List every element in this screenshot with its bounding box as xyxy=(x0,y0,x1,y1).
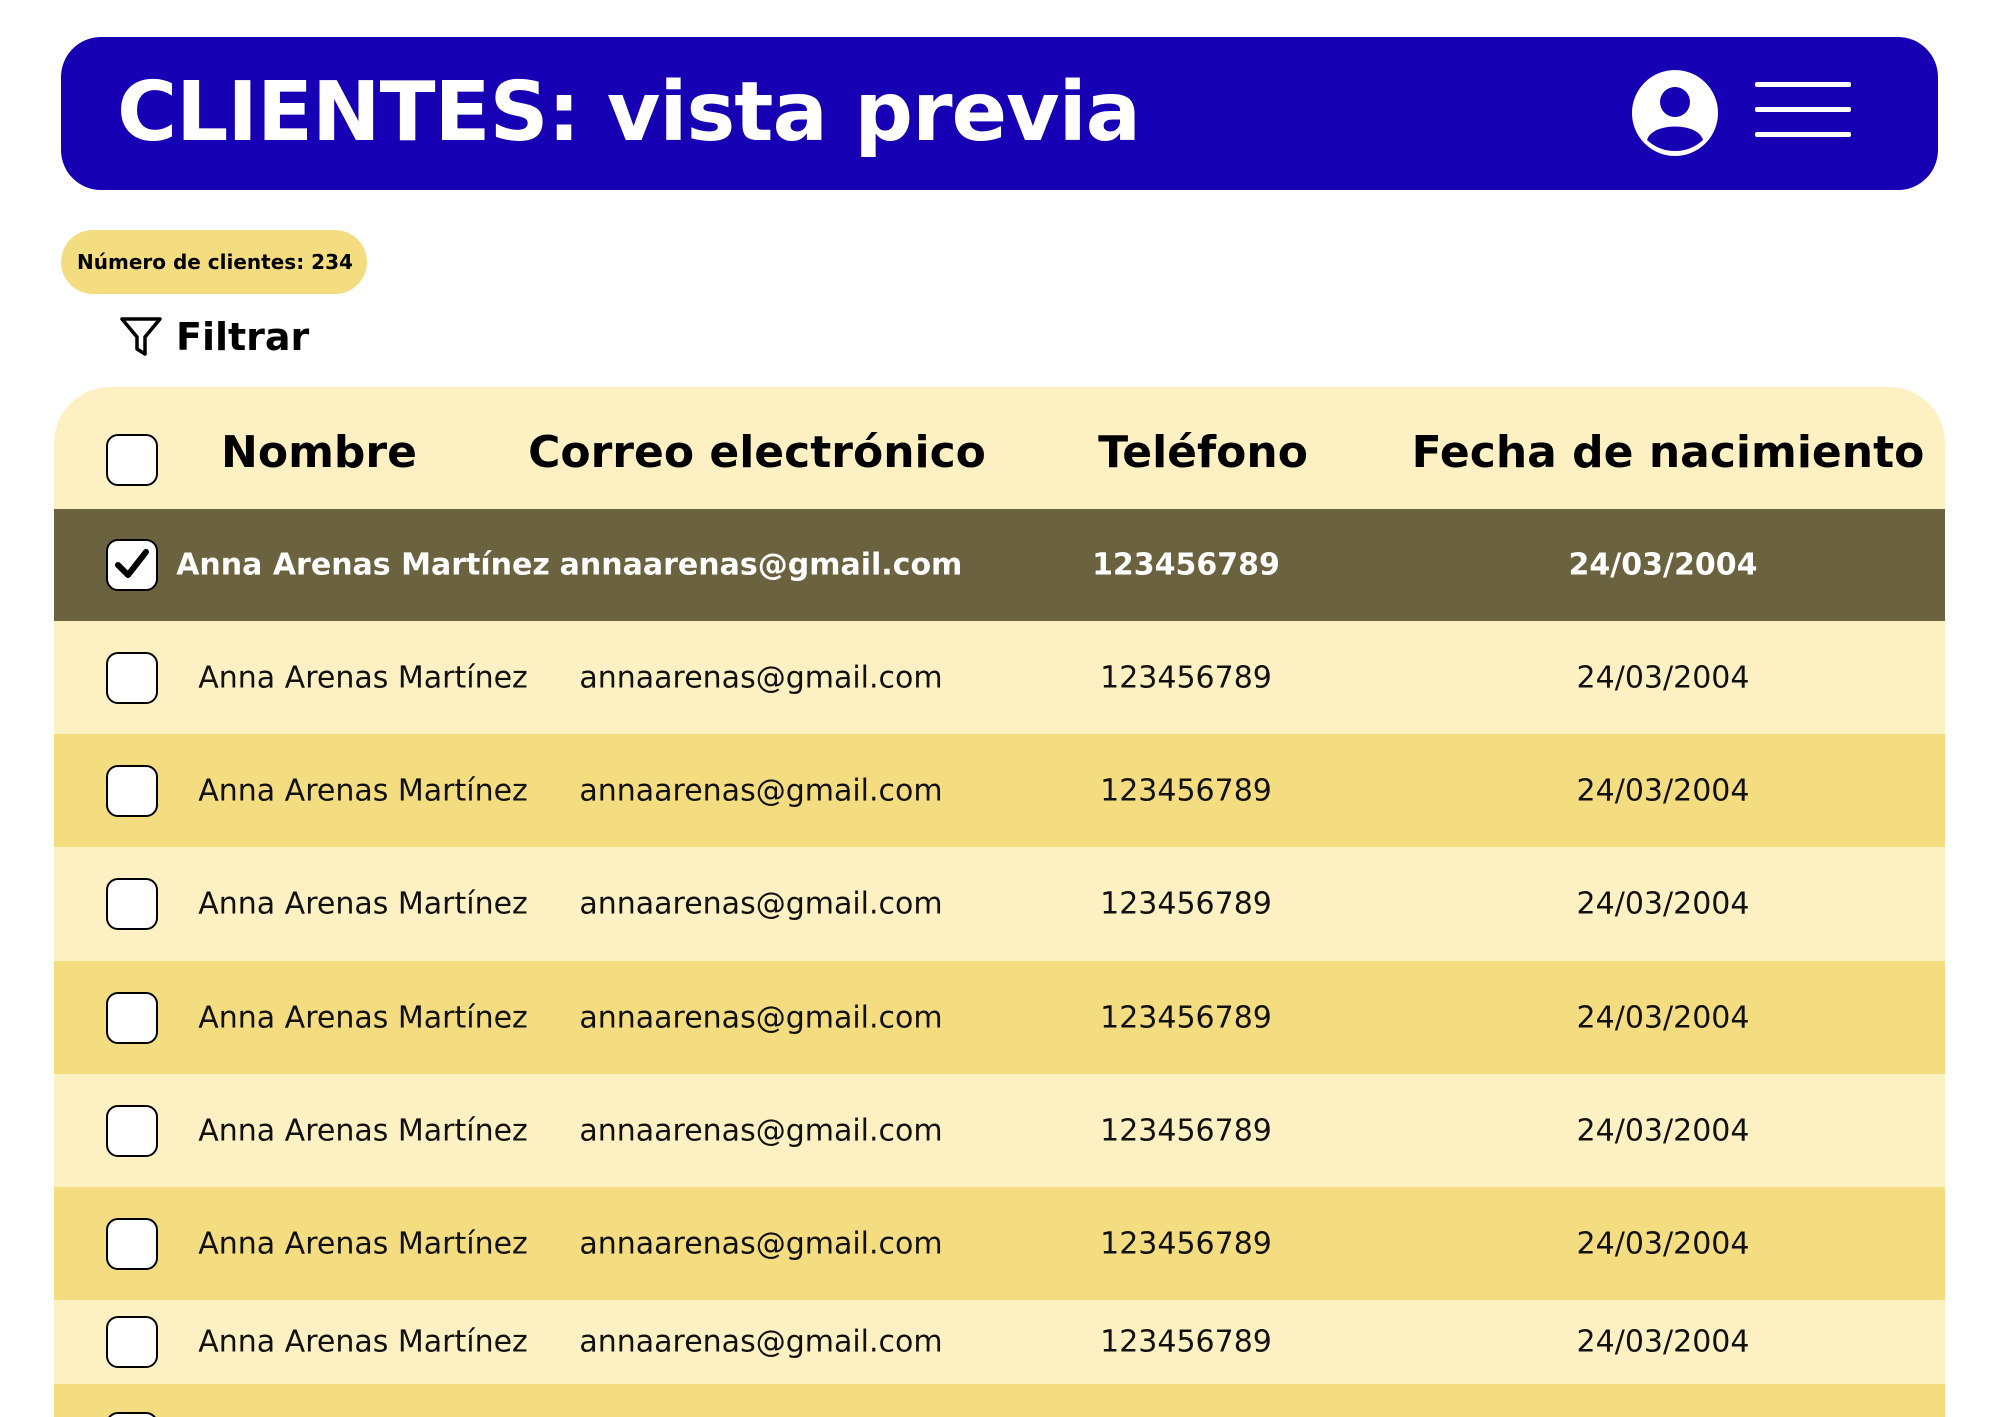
cell-birthdate: 24/03/2004 xyxy=(1576,1324,1750,1360)
cell-birthdate: 24/03/2004 xyxy=(1568,547,1758,583)
cell-email: annaarenas@gmail.com xyxy=(559,547,963,583)
row-checkbox[interactable] xyxy=(106,1104,158,1157)
hamburger-menu-icon xyxy=(1755,82,1851,87)
cell-email: annaarenas@gmail.com xyxy=(579,773,943,808)
table-row[interactable]: Anna Arenas Martínez annaarenas@gmail.com… xyxy=(54,509,1945,621)
cell-email: annaarenas@gmail.com xyxy=(579,1324,943,1360)
client-count-badge: Número de clientes: 234 xyxy=(61,230,367,294)
row-checkbox[interactable] xyxy=(106,764,158,817)
cell-email: annaarenas@gmail.com xyxy=(579,1000,943,1035)
column-header-phone[interactable]: Teléfono xyxy=(1098,387,1308,509)
table-row[interactable]: Anna Arenas Martínez annaarenas@gmail.com… xyxy=(54,621,1945,734)
cell-email: annaarenas@gmail.com xyxy=(579,1113,943,1148)
cell-name: Anna Arenas Martínez xyxy=(198,773,528,808)
cell-name: Anna Arenas Martínez xyxy=(176,547,550,583)
cell-email: annaarenas@gmail.com xyxy=(579,1226,943,1261)
cell-birthdate: 24/03/2004 xyxy=(1576,1000,1750,1035)
column-header-birthdate[interactable]: Fecha de nacimiento xyxy=(1412,387,1925,509)
cell-name: Anna Arenas Martínez xyxy=(198,1226,528,1261)
cell-birthdate: 24/03/2004 xyxy=(1576,773,1750,808)
hamburger-menu-button[interactable] xyxy=(1755,82,1855,142)
row-checkbox[interactable] xyxy=(106,991,158,1044)
filter-button[interactable]: Filtrar xyxy=(118,312,309,362)
cell-birthdate: 24/03/2004 xyxy=(1576,660,1750,695)
cell-name: Anna Arenas Martínez xyxy=(198,1000,528,1035)
cell-phone: 123456789 xyxy=(1100,773,1272,808)
hamburger-menu-icon-line xyxy=(1755,132,1851,137)
cell-name: Anna Arenas Martínez xyxy=(198,1113,528,1148)
cell-email: annaarenas@gmail.com xyxy=(579,660,943,695)
row-checkbox[interactable] xyxy=(106,651,158,704)
user-icon xyxy=(1632,70,1718,156)
cell-birthdate: 24/03/2004 xyxy=(1576,1113,1750,1148)
column-header-name[interactable]: Nombre xyxy=(221,387,417,509)
table-row[interactable]: Anna Arenas Martínez annaarenas@gmail.com… xyxy=(54,961,1945,1074)
table-row[interactable]: Anna Arenas Martínez annaarenas@gmail.com… xyxy=(54,734,1945,847)
table-row[interactable]: Anna Arenas Martínez annaarenas@gmail.com… xyxy=(54,847,1945,961)
cell-birthdate: 24/03/2004 xyxy=(1576,1226,1750,1261)
row-checkbox[interactable] xyxy=(106,539,158,591)
row-checkbox[interactable] xyxy=(106,878,158,930)
filter-label: Filtrar xyxy=(176,315,310,359)
table-row[interactable]: Anna Arenas Martínez annaarenas@gmail.com… xyxy=(54,1300,1945,1384)
row-checkbox[interactable] xyxy=(106,1217,158,1270)
table-row[interactable]: Anna Arenas Martínez annaarenas@gmail.com… xyxy=(54,1074,1945,1187)
cell-phone: 123456789 xyxy=(1100,1226,1272,1261)
cell-name: Anna Arenas Martínez xyxy=(198,660,528,695)
check-icon xyxy=(115,549,149,578)
cell-phone: 123456789 xyxy=(1100,1113,1272,1148)
page-title: CLIENTES: vista previa xyxy=(117,65,1141,160)
hamburger-menu-icon-line xyxy=(1755,107,1851,112)
cell-phone: 123456789 xyxy=(1100,660,1272,695)
row-checkbox[interactable] xyxy=(106,1316,158,1368)
app-header: CLIENTES: vista previa xyxy=(61,37,1938,190)
table-row-partial xyxy=(54,1384,1945,1417)
cell-phone: 123456789 xyxy=(1100,1324,1272,1360)
table-header: Nombre Correo electrónico Teléfono Fecha… xyxy=(54,387,1945,509)
cell-birthdate: 24/03/2004 xyxy=(1576,886,1750,922)
select-all-checkbox[interactable] xyxy=(106,434,158,486)
cell-phone: 123456789 xyxy=(1100,886,1272,922)
table-row[interactable]: Anna Arenas Martínez annaarenas@gmail.com… xyxy=(54,1187,1945,1300)
column-header-email[interactable]: Correo electrónico xyxy=(528,387,986,509)
cell-phone: 123456789 xyxy=(1100,1000,1272,1035)
row-checkbox[interactable] xyxy=(106,1412,158,1417)
filter-funnel-icon xyxy=(120,317,162,356)
cell-name: Anna Arenas Martínez xyxy=(198,1324,528,1360)
cell-phone: 123456789 xyxy=(1092,547,1280,583)
user-profile-button[interactable] xyxy=(1632,70,1718,156)
cell-email: annaarenas@gmail.com xyxy=(579,886,943,922)
cell-name: Anna Arenas Martínez xyxy=(198,886,528,922)
clients-table: Nombre Correo electrónico Teléfono Fecha… xyxy=(54,387,1945,1417)
